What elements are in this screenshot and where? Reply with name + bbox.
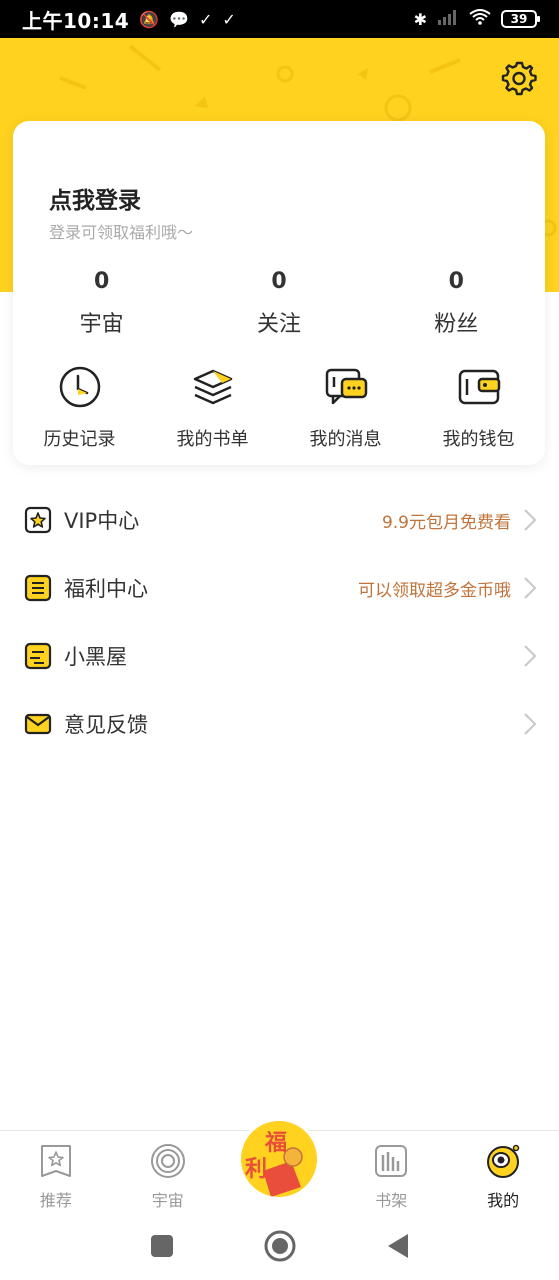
tab-label: 宇宙	[151, 1191, 184, 1210]
tab-bookshelf[interactable]: 书架	[335, 1131, 447, 1212]
stat-value: 0	[271, 269, 287, 294]
quick-label: 历史记录	[43, 429, 116, 450]
tab-label: 书架	[375, 1191, 408, 1210]
status-left-icons: 🔕 💬 ✓ ✓	[139, 10, 236, 29]
quick-label: 我的消息	[309, 429, 382, 450]
mute-icon: 🔕	[139, 9, 160, 29]
chevron-right-icon	[524, 713, 537, 735]
battery-icon: 39	[501, 10, 540, 28]
home-circle-icon[interactable]	[264, 1230, 296, 1262]
history-clock-icon	[59, 366, 100, 408]
quick-actions: 历史记录 我的书单 我的消息 我的钱包	[13, 365, 545, 451]
blacklist-icon	[24, 642, 52, 670]
status-right-icons: ✱ 39	[413, 9, 540, 29]
menu-label: 小黑屋	[64, 645, 127, 669]
system-nav-bar	[0, 1212, 559, 1280]
recents-square-icon[interactable]	[150, 1234, 174, 1258]
message-icon	[325, 368, 367, 405]
back-triangle-icon[interactable]	[386, 1233, 410, 1259]
tab-recommend[interactable]: 推荐	[0, 1131, 112, 1212]
vip-star-icon	[24, 506, 52, 534]
welfare-list-icon	[24, 574, 52, 602]
check-icon: ✓	[222, 9, 236, 29]
menu-label: 福利中心	[64, 577, 148, 601]
signal-icon	[437, 9, 459, 29]
me-avatar-icon	[487, 1144, 520, 1178]
welfare-badge: 福 利	[241, 1121, 317, 1197]
stat-label: 关注	[256, 312, 301, 337]
stat-label: 宇宙	[79, 312, 124, 337]
recommend-star-icon	[40, 1145, 71, 1177]
status-time: 上午10:14	[22, 8, 130, 33]
feedback-mail-icon	[24, 713, 52, 735]
menu-feedback[interactable]: 意见反馈	[0, 690, 559, 758]
menu-hint: 可以领取超多金币哦	[358, 580, 511, 601]
stat-following[interactable]: 0 关注	[190, 269, 367, 338]
status-bar: 上午10:14 🔕 💬 ✓ ✓ ✱ 39	[0, 0, 559, 38]
chevron-right-icon	[524, 645, 537, 667]
quick-label: 我的书单	[176, 429, 249, 450]
tab-universe[interactable]: 宇宙	[112, 1131, 224, 1212]
menu-blacklist[interactable]: 小黑屋	[0, 622, 559, 690]
menu-label: VIP中心	[64, 509, 140, 533]
welfare-text-2: 利	[245, 1157, 268, 1182]
menu-vip-center[interactable]: VIP中心 9.9元包月免费看	[0, 486, 559, 554]
menu-label: 意见反馈	[64, 713, 148, 737]
welfare-center-button[interactable]: 福 利	[238, 1118, 320, 1200]
quick-history[interactable]: 历史记录	[13, 365, 146, 451]
menu-list: VIP中心 9.9元包月免费看 福利中心 可以领取超多金币哦 小黑屋 意见反馈	[0, 486, 559, 758]
chevron-right-icon	[524, 509, 537, 531]
menu-welfare-center[interactable]: 福利中心 可以领取超多金币哦	[0, 554, 559, 622]
tab-me[interactable]: 我的	[447, 1131, 559, 1212]
quick-messages[interactable]: 我的消息	[279, 365, 412, 451]
bookshelf-icon	[375, 1145, 408, 1177]
quick-booklist[interactable]: 我的书单	[146, 365, 279, 451]
universe-planet-icon	[150, 1144, 185, 1178]
book-stack-icon	[193, 369, 232, 405]
wallet-icon	[458, 369, 500, 405]
wifi-icon	[469, 9, 491, 29]
chat-bubble-icon: 💬	[169, 9, 190, 29]
settings-gear-icon[interactable]	[501, 60, 537, 96]
profile-stats: 0 宇宙 0 关注 0 粉丝	[13, 269, 545, 338]
login-title[interactable]: 点我登录	[49, 181, 141, 215]
profile-card: 点我登录 登录可领取福利哦～ 0 宇宙 0 关注 0 粉丝 历史记录 我的书单 …	[13, 121, 545, 465]
chevron-right-icon	[524, 577, 537, 599]
stat-universe[interactable]: 0 宇宙	[13, 269, 190, 338]
menu-hint: 9.9元包月免费看	[381, 512, 511, 533]
welfare-text-1: 福	[265, 1131, 288, 1156]
stat-label: 粉丝	[434, 312, 479, 337]
quick-label: 我的钱包	[442, 429, 515, 450]
stat-value: 0	[94, 269, 110, 294]
stat-value: 0	[448, 269, 464, 294]
stat-fans[interactable]: 0 粉丝	[368, 269, 545, 338]
login-subtitle: 登录可领取福利哦～	[49, 223, 194, 242]
tab-label: 推荐	[39, 1191, 72, 1210]
tab-label: 我的	[487, 1191, 520, 1210]
check-icon: ✓	[199, 9, 213, 29]
quick-wallet[interactable]: 我的钱包	[412, 365, 545, 451]
bluetooth-icon: ✱	[413, 9, 427, 29]
